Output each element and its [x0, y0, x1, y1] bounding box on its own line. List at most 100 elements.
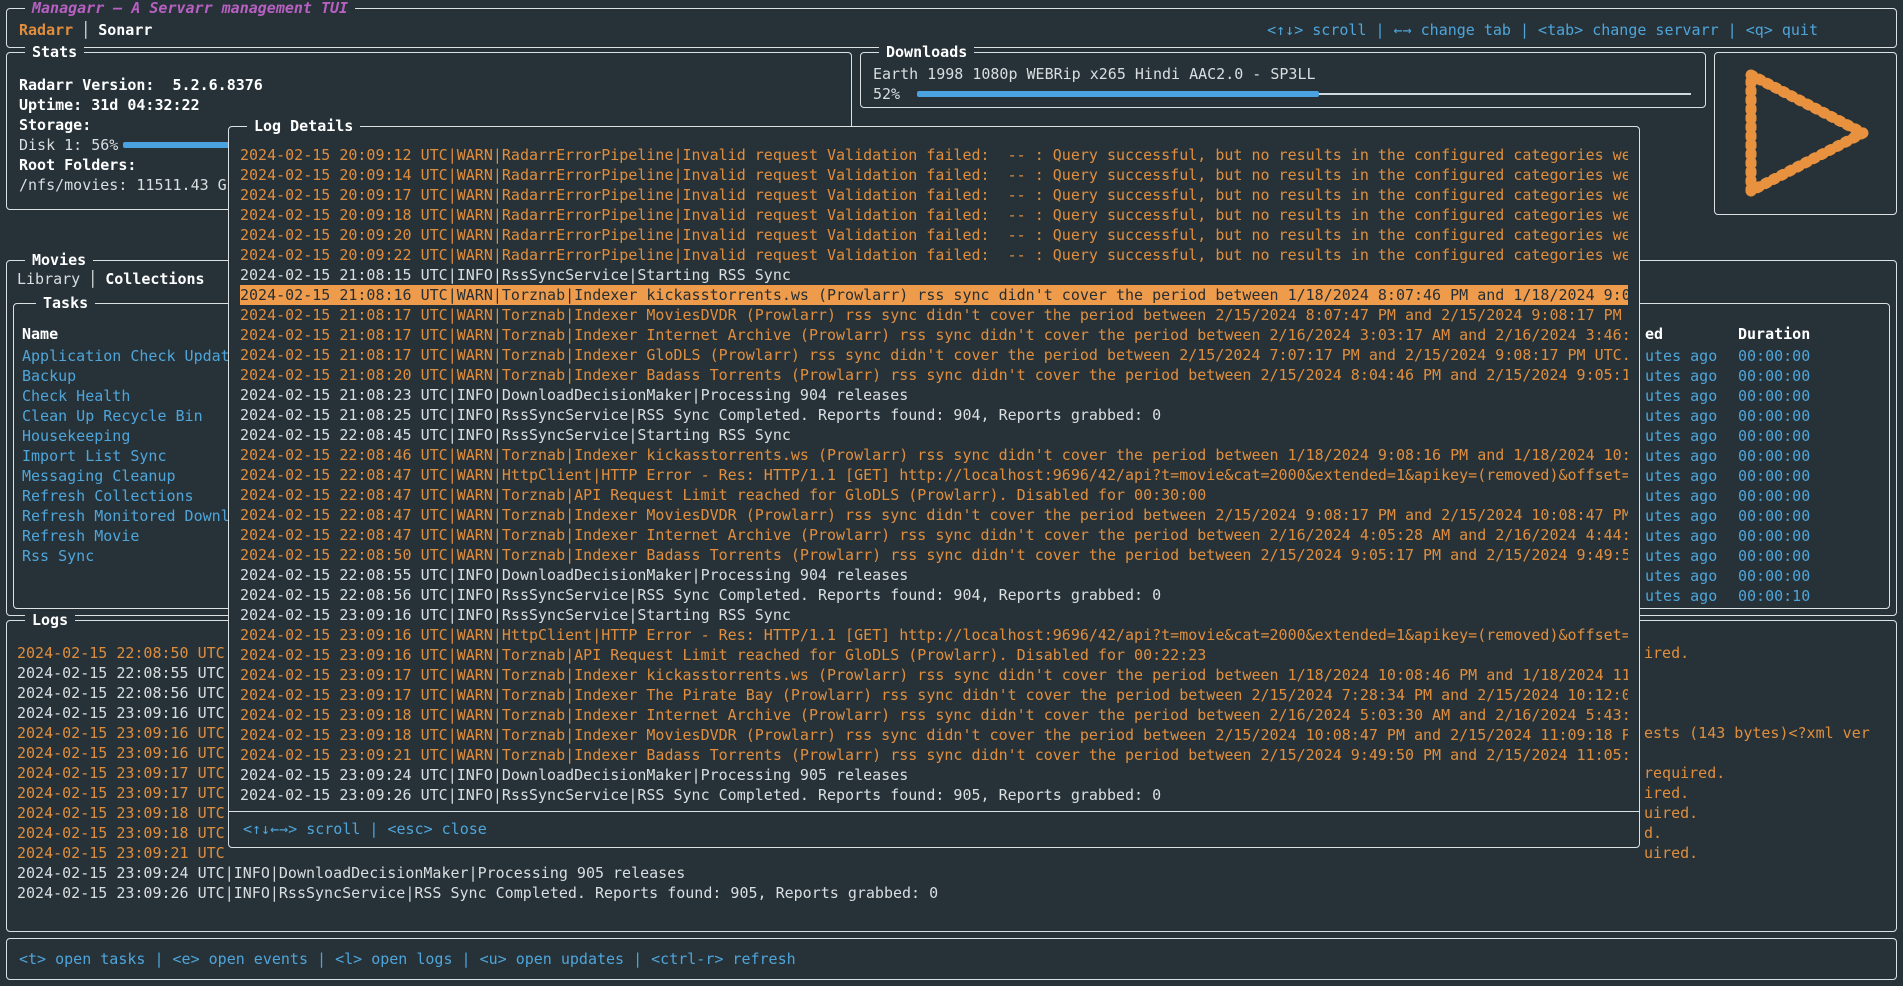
log-detail-row[interactable]: 2024-02-15 20:09:20 UTC|WARN|RadarrError… [240, 225, 1628, 245]
log-row[interactable]: 2024-02-15 23:09:24 UTC|INFO|DownloadDec… [17, 863, 1887, 883]
log-detail-row[interactable]: 2024-02-15 23:09:16 UTC|WARN|HttpClient|… [240, 625, 1628, 645]
task-row[interactable]: Messaging Cleanup [22, 466, 234, 486]
tab-sonarr[interactable]: Sonarr [98, 21, 152, 39]
log-detail-row[interactable]: 2024-02-15 21:08:15 UTC|INFO|RssSyncServ… [240, 265, 1628, 285]
log-row[interactable]: 2024-02-15 23:09:21 UTC [17, 843, 231, 863]
log-detail-row[interactable]: 2024-02-15 21:08:25 UTC|INFO|RssSyncServ… [240, 405, 1628, 425]
log-row[interactable]: 2024-02-15 23:09:26 UTC|INFO|RssSyncServ… [17, 883, 1887, 903]
task-row[interactable]: Application Check Updat [22, 346, 234, 366]
log-detail-row[interactable]: 2024-02-15 21:08:17 UTC|WARN|Torznab|Ind… [240, 345, 1628, 365]
task-row[interactable]: Housekeeping [22, 426, 234, 446]
task-duration: 00:00:00 [1738, 347, 1810, 365]
tab-radarr[interactable]: Radarr [19, 21, 73, 39]
stats-title: Stats [25, 42, 84, 62]
log-detail-row[interactable]: 2024-02-15 23:09:21 UTC|WARN|Torznab|Ind… [240, 745, 1628, 765]
stats-version: Radarr Version: 5.2.6.8376 [19, 75, 263, 95]
log-row-fragment: uired. [1644, 803, 1892, 823]
bottom-bar: <t> open tasks | <e> open events | <l> o… [6, 938, 1897, 980]
log-row-fragment: ired. [1644, 783, 1892, 803]
log-detail-row[interactable]: 2024-02-15 22:08:56 UTC|INFO|RssSyncServ… [240, 585, 1628, 605]
task-row[interactable]: Refresh Movie [22, 526, 234, 546]
task-row-right: utes ago00:00:00 [1645, 366, 1885, 386]
log-detail-row[interactable]: 2024-02-15 23:09:17 UTC|WARN|Torznab|Ind… [240, 685, 1628, 705]
log-row[interactable]: 2024-02-15 23:09:18 UTC [17, 823, 231, 843]
task-row-right: utes ago00:00:00 [1645, 386, 1885, 406]
task-row[interactable]: Import List Sync [22, 446, 234, 466]
tasks-right-list: utes ago00:00:00utes ago00:00:00utes ago… [1645, 346, 1885, 606]
log-row[interactable]: 2024-02-15 23:09:18 UTC [17, 803, 231, 823]
task-row[interactable]: Refresh Collections [22, 486, 234, 506]
log-row[interactable]: 2024-02-15 22:08:56 UTC [17, 683, 231, 703]
log-detail-row[interactable]: 2024-02-15 23:09:17 UTC|WARN|Torznab|Ind… [240, 665, 1628, 685]
task-row-right: utes ago00:00:00 [1645, 346, 1885, 366]
log-detail-row[interactable]: 2024-02-15 23:09:26 UTC|INFO|RssSyncServ… [240, 785, 1628, 805]
downloads-title: Downloads [879, 42, 974, 62]
log-detail-row[interactable]: 2024-02-15 21:08:20 UTC|WARN|Torznab|Ind… [240, 365, 1628, 385]
stats-storage-label: Storage: [19, 115, 91, 135]
tab-collections[interactable]: Collections [105, 270, 204, 288]
log-row-fragment: d. [1644, 823, 1892, 843]
tasks-executed-header-fragment: ed [1645, 324, 1738, 344]
log-detail-row[interactable]: 2024-02-15 23:09:16 UTC|INFO|RssSyncServ… [240, 605, 1628, 625]
log-detail-row[interactable]: 2024-02-15 22:08:45 UTC|INFO|RssSyncServ… [240, 425, 1628, 445]
log-detail-row[interactable]: 2024-02-15 21:08:23 UTC|INFO|DownloadDec… [240, 385, 1628, 405]
managarr-screen: Managarr — A Servarr management TUI Rada… [0, 0, 1903, 986]
log-details-separator [229, 811, 1639, 812]
task-executed-fragment: utes ago [1645, 446, 1738, 466]
task-duration: 00:00:00 [1738, 527, 1810, 545]
log-detail-row[interactable]: 2024-02-15 22:08:47 UTC|WARN|Torznab|API… [240, 485, 1628, 505]
log-detail-row[interactable]: 2024-02-15 21:08:17 UTC|WARN|Torznab|Ind… [240, 305, 1628, 325]
log-detail-row[interactable]: 2024-02-15 23:09:24 UTC|INFO|DownloadDec… [240, 765, 1628, 785]
task-duration: 00:00:00 [1738, 427, 1810, 445]
log-detail-row[interactable]: 2024-02-15 21:08:16 UTC|WARN|Torznab|Ind… [240, 285, 1628, 305]
log-row[interactable]: 2024-02-15 23:09:16 UTC [17, 723, 231, 743]
tasks-name-header: Name [22, 324, 58, 344]
task-executed-fragment: utes ago [1645, 586, 1738, 606]
log-detail-row[interactable]: 2024-02-15 22:08:47 UTC|WARN|HttpClient|… [240, 465, 1628, 485]
log-row[interactable]: 2024-02-15 23:09:17 UTC [17, 763, 231, 783]
log-detail-row[interactable]: 2024-02-15 23:09:16 UTC|WARN|Torznab|API… [240, 645, 1628, 665]
task-row[interactable]: Rss Sync [22, 546, 234, 566]
log-row[interactable]: 2024-02-15 22:08:55 UTC [17, 663, 231, 683]
log-row[interactable]: 2024-02-15 23:09:16 UTC [17, 703, 231, 723]
stats-rootfolders-label: Root Folders: [19, 155, 136, 175]
task-row[interactable]: Check Health [22, 386, 234, 406]
log-row[interactable]: 2024-02-15 22:08:50 UTC [17, 643, 231, 663]
task-executed-fragment: utes ago [1645, 386, 1738, 406]
log-detail-row[interactable]: 2024-02-15 22:08:46 UTC|WARN|Torznab|Ind… [240, 445, 1628, 465]
task-row[interactable]: Refresh Monitored Downl [22, 506, 234, 526]
task-row-right: utes ago00:00:00 [1645, 486, 1885, 506]
managarr-logo-icon [1715, 53, 1896, 214]
movies-tabs: Library│Collections [17, 269, 205, 289]
log-detail-row[interactable]: 2024-02-15 20:09:17 UTC|WARN|RadarrError… [240, 185, 1628, 205]
task-row[interactable]: Backup [22, 366, 234, 386]
top-keybind-help: <↑↓> scroll | ←→ change tab | <tab> chan… [1267, 20, 1818, 40]
log-details-title: Log Details [247, 116, 360, 136]
log-detail-row[interactable]: 2024-02-15 20:09:12 UTC|WARN|RadarrError… [240, 145, 1628, 165]
servarr-tabs: Radarr│Sonarr [19, 20, 152, 40]
tab-library[interactable]: Library [17, 270, 80, 288]
task-row-right: utes ago00:00:00 [1645, 446, 1885, 466]
download-item-name[interactable]: Earth 1998 1080p WEBRip x265 Hindi AAC2.… [873, 64, 1316, 84]
task-row[interactable]: Clean Up Recycle Bin [22, 406, 234, 426]
log-row-fragment: ests (143 bytes)<?xml ver [1644, 723, 1892, 743]
task-executed-fragment: utes ago [1645, 406, 1738, 426]
task-executed-fragment: utes ago [1645, 566, 1738, 586]
log-detail-row[interactable]: 2024-02-15 20:09:18 UTC|WARN|RadarrError… [240, 205, 1628, 225]
log-detail-row[interactable]: 2024-02-15 22:08:47 UTC|WARN|Torznab|Ind… [240, 525, 1628, 545]
log-detail-row[interactable]: 2024-02-15 20:09:14 UTC|WARN|RadarrError… [240, 165, 1628, 185]
log-detail-row[interactable]: 2024-02-15 22:08:50 UTC|WARN|Torznab|Ind… [240, 545, 1628, 565]
log-row[interactable]: 2024-02-15 23:09:16 UTC [17, 743, 231, 763]
log-row[interactable]: 2024-02-15 23:09:17 UTC [17, 783, 231, 803]
task-row-right: utes ago00:00:00 [1645, 506, 1885, 526]
log-detail-row[interactable]: 2024-02-15 22:08:47 UTC|WARN|Torznab|Ind… [240, 505, 1628, 525]
log-detail-row[interactable]: 2024-02-15 20:09:22 UTC|WARN|RadarrError… [240, 245, 1628, 265]
logo-panel [1714, 52, 1897, 215]
log-detail-row[interactable]: 2024-02-15 23:09:18 UTC|WARN|Torznab|Ind… [240, 705, 1628, 725]
log-detail-row[interactable]: 2024-02-15 22:08:55 UTC|INFO|DownloadDec… [240, 565, 1628, 585]
log-detail-row[interactable]: 2024-02-15 23:09:18 UTC|WARN|Torznab|Ind… [240, 725, 1628, 745]
log-row-fragment [1644, 703, 1892, 723]
log-detail-row[interactable]: 2024-02-15 21:08:17 UTC|WARN|Torznab|Ind… [240, 325, 1628, 345]
stats-disk-line: Disk 1: 56% [19, 135, 118, 155]
task-row-right: utes ago00:00:00 [1645, 566, 1885, 586]
